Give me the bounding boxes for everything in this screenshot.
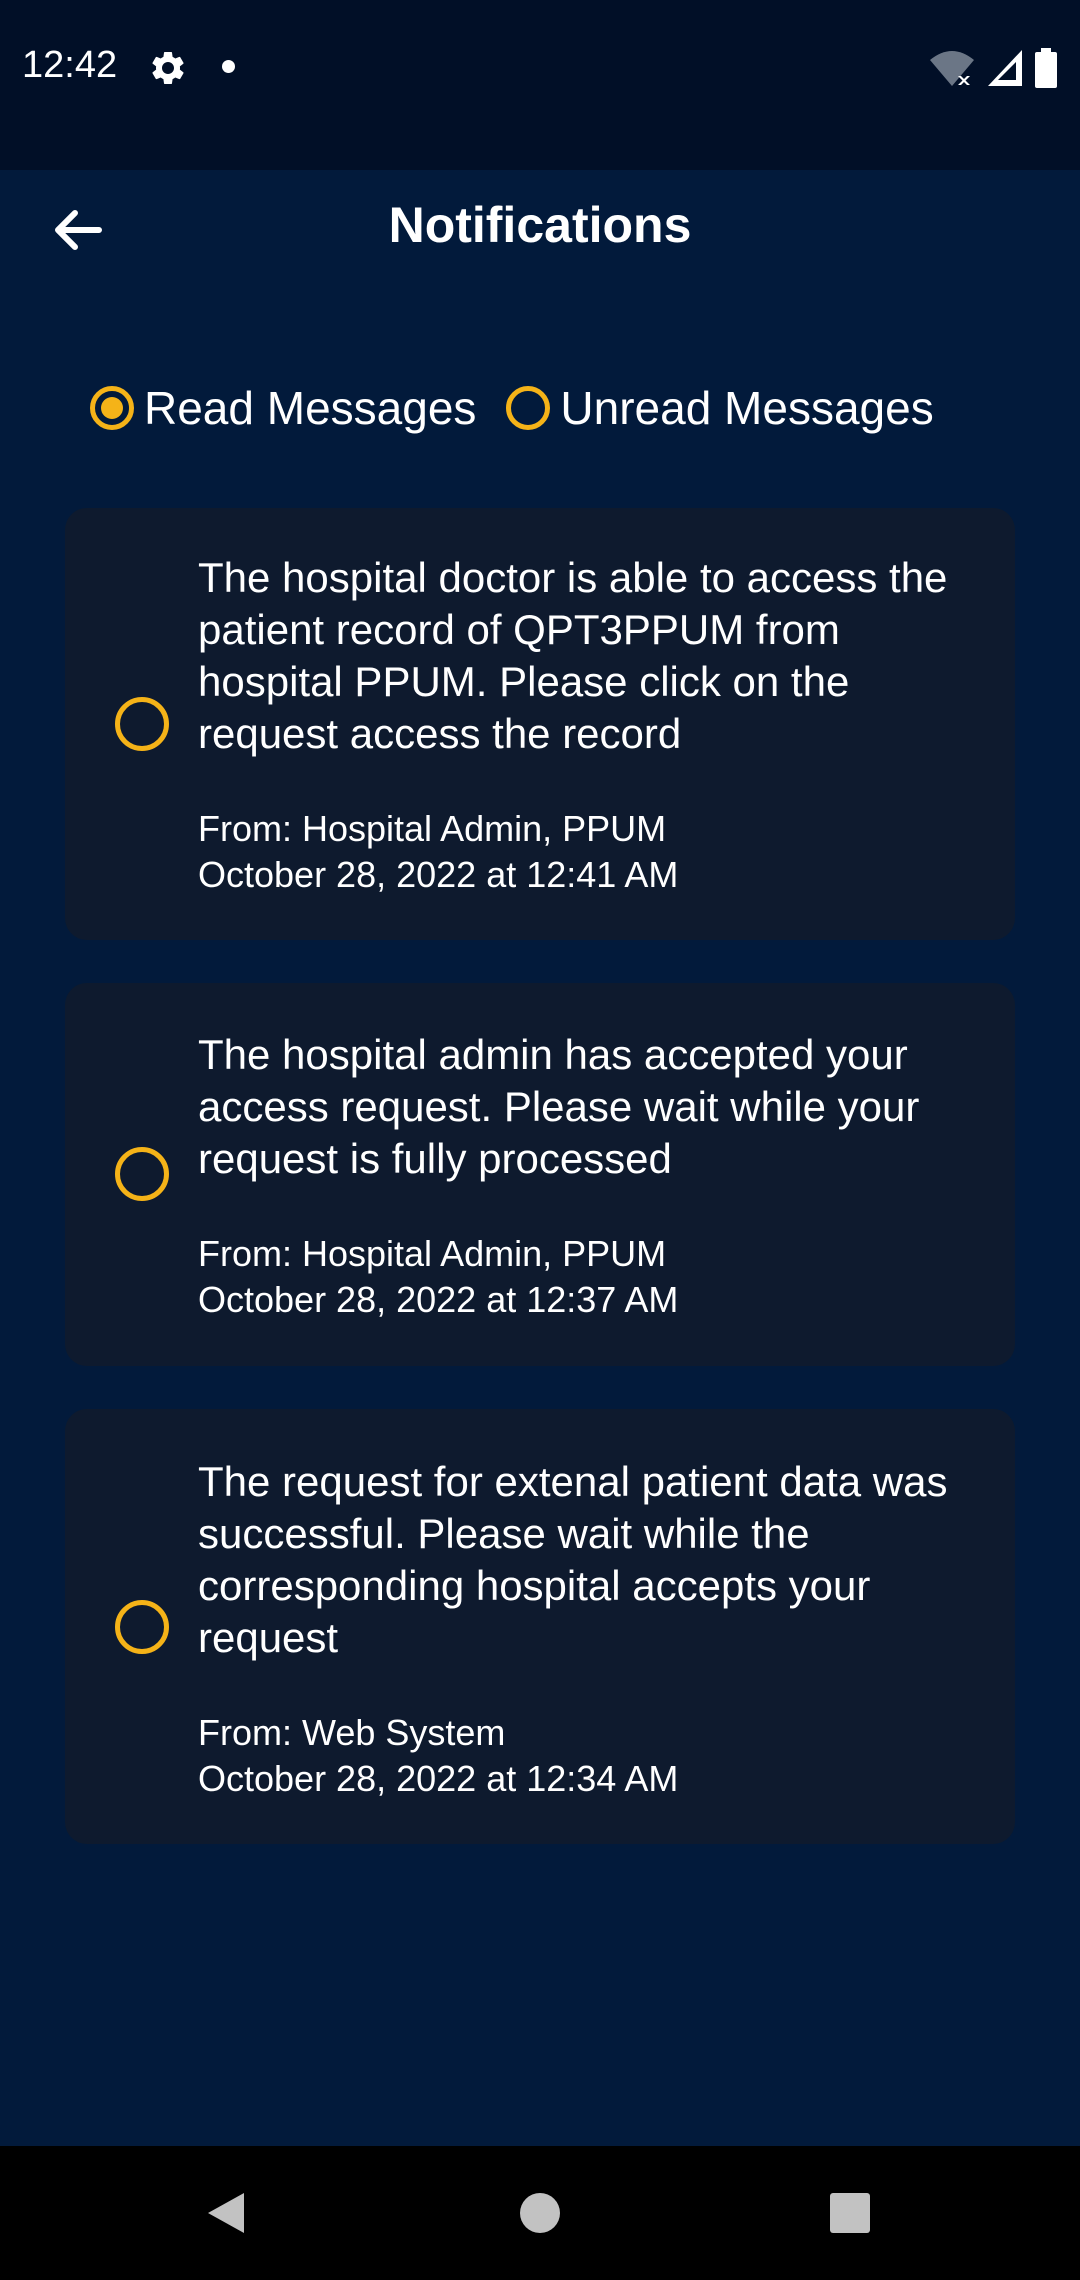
notification-dot-icon [222,60,235,73]
notification-message: The hospital admin has accepted your acc… [198,1031,920,1182]
nav-recents-button[interactable] [780,2146,920,2280]
notification-date: October 28, 2022 at 12:34 AM [198,1758,679,1799]
card-radio-icon[interactable] [115,1147,169,1201]
back-triangle-icon [208,2193,244,2233]
notification-date: October 28, 2022 at 12:37 AM [198,1279,679,1320]
notification-card[interactable]: The hospital admin has accepted your acc… [65,983,1015,1366]
notification-message: The request for extenal patient data was… [198,1458,948,1661]
app-bar: Notifications [0,170,1080,290]
battery-icon [1035,48,1057,88]
unread-messages-label: Unread Messages [560,382,934,434]
status-icons [928,44,1058,92]
page-title: Notifications [388,197,692,253]
notification-card[interactable]: The hospital doctor is able to access th… [65,508,1015,940]
card-radio-icon[interactable] [115,697,169,751]
wifi-off-icon [930,51,974,86]
notification-sender: From: Web System [198,1712,506,1753]
status-bar: 12:42 [0,0,1080,170]
message-filter: Read Messages Unread Messages [90,378,934,438]
notification-message: The hospital doctor is able to access th… [198,554,948,757]
nav-back-button[interactable] [156,2146,296,2280]
signal-icon [988,50,1022,86]
status-time: 12:42 [22,44,118,86]
notification-date: October 28, 2022 at 12:41 AM [198,854,679,895]
gear-icon [152,51,184,84]
read-messages-label: Read Messages [144,382,477,434]
nav-home-button[interactable] [470,2146,610,2280]
home-circle-icon [520,2193,560,2233]
system-nav-bar [0,2146,1080,2280]
read-messages-radio[interactable]: Read Messages [90,381,476,435]
notification-sender: From: Hospital Admin, PPUM [198,808,667,849]
notification-card[interactable]: The request for extenal patient data was… [65,1409,1015,1844]
radio-selected-icon [90,386,134,430]
notification-sender: From: Hospital Admin, PPUM [198,1233,667,1274]
recents-square-icon [830,2193,870,2233]
radio-unselected-icon [506,386,551,430]
unread-messages-radio[interactable]: Unread Messages [506,381,934,435]
card-radio-icon[interactable] [115,1600,169,1654]
